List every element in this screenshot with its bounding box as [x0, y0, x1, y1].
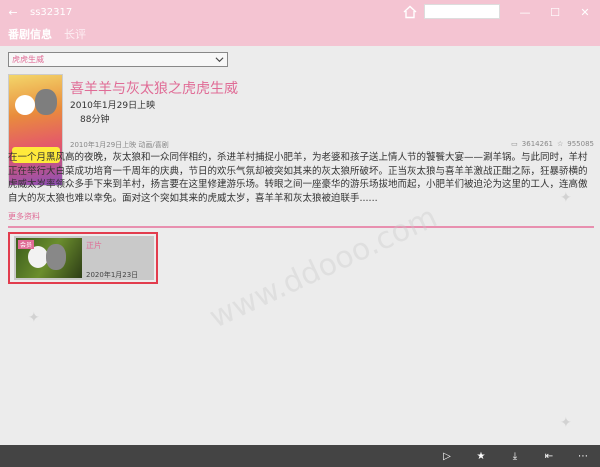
favorites-count: 955085	[567, 140, 594, 148]
more-info-link[interactable]: 更多资料	[8, 211, 40, 222]
minimize-button[interactable]: —	[510, 0, 540, 24]
show-meta: 2010年1月29日上映 动画/喜剧	[70, 141, 169, 149]
episode-name: 正片	[86, 241, 102, 250]
command-bar: ▷ ★ ⤓ ⇤ ⋯	[0, 445, 600, 467]
play-icon[interactable]: ▷	[430, 445, 464, 467]
favorites-icon: ☆	[556, 140, 564, 148]
sparkle-icon: ✦	[560, 415, 572, 431]
window-title: ss32317	[30, 6, 73, 18]
show-stats: ▭ 3614261 ☆ 955085	[511, 140, 594, 148]
show-description: 在一个月黑风高的夜晚，灰太狼和一众同伴相约，杀进羊村捕捉小肥羊，为老婆和孩子送上…	[8, 152, 588, 204]
close-button[interactable]: ✕	[570, 0, 600, 24]
search-box[interactable]	[424, 4, 500, 19]
views-count: 3614261	[521, 140, 553, 148]
title-bar: ← ss32317 — ☐ ✕	[0, 0, 600, 24]
home-icon[interactable]	[402, 4, 418, 20]
search-input[interactable]	[425, 5, 499, 18]
star-icon[interactable]: ★	[464, 445, 498, 467]
more-icon[interactable]: ⋯	[566, 445, 600, 467]
divider	[8, 226, 594, 228]
episode-highlight: 会员 正片 2020年1月23日	[8, 232, 158, 284]
watermark: www.ddooo.com	[204, 199, 443, 336]
episode-thumbnail: 会员	[16, 238, 82, 278]
maximize-button[interactable]: ☐	[540, 0, 570, 24]
nav-tabs: 番剧信息 长评	[0, 24, 600, 46]
season-select-value: 虎虎生威	[12, 55, 44, 64]
season-select[interactable]: 虎虎生威	[8, 52, 228, 67]
tab-reviews[interactable]: 长评	[64, 26, 86, 46]
vip-badge: 会员	[18, 240, 35, 249]
episode-item[interactable]: 会员 正片 2020年1月23日	[14, 236, 154, 280]
show-duration: 88分钟	[80, 115, 110, 125]
pin-icon[interactable]: ⇤	[532, 445, 566, 467]
episode-date: 2020年1月23日	[86, 271, 139, 279]
sparkle-icon: ✦	[560, 190, 572, 206]
show-release-date: 2010年1月29日上映	[70, 101, 156, 111]
download-icon[interactable]: ⤓	[498, 445, 532, 467]
sparkle-icon: ✦	[28, 310, 40, 326]
tab-info[interactable]: 番剧信息	[8, 26, 52, 46]
back-arrow-icon[interactable]: ←	[0, 0, 26, 24]
show-title: 喜羊羊与灰太狼之虎虎生威	[70, 81, 238, 97]
views-icon: ▭	[511, 140, 518, 148]
chevron-down-icon	[215, 57, 224, 63]
